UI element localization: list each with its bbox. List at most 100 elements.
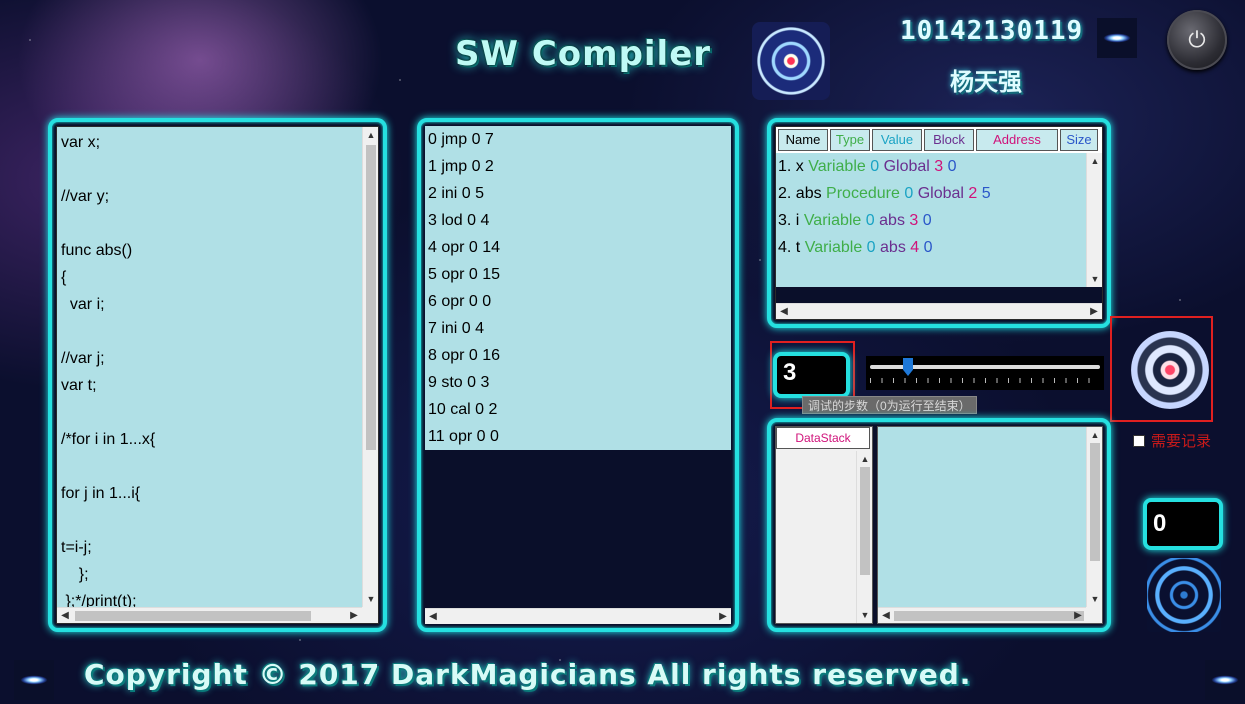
symbol-name: t bbox=[795, 239, 801, 256]
symbol-row[interactable]: 2. abs Procedure 0 Global 2 5 bbox=[776, 180, 1086, 207]
column-header-value[interactable]: Value bbox=[872, 129, 922, 151]
symbol-block: abs bbox=[880, 239, 906, 256]
scroll-right-icon[interactable]: ▶ bbox=[346, 608, 362, 623]
instruction-item[interactable]: 5 opr 0 15 bbox=[425, 261, 731, 288]
record-checkbox[interactable] bbox=[1133, 434, 1145, 447]
symbol-address: 3 bbox=[934, 158, 944, 175]
symbol-vertical-scrollbar[interactable]: ▲ ▼ bbox=[1086, 153, 1102, 287]
source-line: var x; bbox=[61, 134, 101, 151]
data-stack-output-hscroll[interactable]: ◀ ▶ bbox=[878, 607, 1086, 623]
instruction-item[interactable]: 3 lod 0 4 bbox=[425, 207, 731, 234]
symbol-index: 3. bbox=[778, 212, 796, 229]
column-header-size[interactable]: Size bbox=[1060, 129, 1098, 151]
source-horizontal-scrollbar[interactable]: ◀ ▶ bbox=[57, 607, 362, 623]
symbol-name: abs bbox=[795, 185, 822, 202]
symbol-block: Global bbox=[883, 158, 930, 175]
symbol-row[interactable]: 4. t Variable 0 abs 4 0 bbox=[776, 234, 1086, 261]
power-button[interactable]: ⏻ bbox=[1167, 10, 1227, 70]
scroll-left-icon[interactable]: ◀ bbox=[776, 304, 792, 319]
instruction-item[interactable]: 10 cal 0 2 bbox=[425, 396, 731, 423]
slider-ticks bbox=[870, 378, 1100, 383]
symbol-size: 0 bbox=[947, 158, 957, 175]
instruction-item[interactable]: 7 ini 0 4 bbox=[425, 315, 731, 342]
scroll-thumb[interactable] bbox=[75, 611, 311, 621]
instruction-item[interactable]: 1 jmp 0 2 bbox=[425, 153, 731, 180]
column-header-name[interactable]: Name bbox=[778, 129, 828, 151]
scroll-right-icon[interactable]: ▶ bbox=[1070, 608, 1086, 624]
source-line: var t; bbox=[61, 377, 97, 394]
scroll-right-icon[interactable]: ▶ bbox=[715, 609, 731, 624]
slider-thumb[interactable] bbox=[903, 358, 913, 376]
scroll-down-icon[interactable]: ▼ bbox=[1087, 591, 1103, 607]
app-title: SW Compiler bbox=[455, 34, 712, 74]
source-code-editor[interactable]: var x; //var y; func abs() { var i; //var… bbox=[57, 127, 362, 607]
column-header-type[interactable]: Type bbox=[830, 129, 870, 151]
scroll-thumb[interactable] bbox=[1090, 443, 1100, 561]
data-stack-output-vscroll[interactable]: ▲ ▼ bbox=[1086, 427, 1102, 607]
column-header-block[interactable]: Block bbox=[924, 129, 974, 151]
source-line bbox=[61, 399, 358, 426]
power-icon: ⏻ bbox=[1188, 27, 1206, 52]
scroll-right-icon[interactable]: ▶ bbox=[1086, 304, 1102, 319]
instruction-item[interactable]: 4 opr 0 14 bbox=[425, 234, 731, 261]
scroll-left-icon[interactable]: ◀ bbox=[57, 608, 73, 623]
scroll-thumb[interactable] bbox=[894, 611, 1084, 621]
scroll-left-icon[interactable]: ◀ bbox=[425, 609, 441, 624]
scroll-down-icon[interactable]: ▼ bbox=[1087, 271, 1102, 287]
symbol-index: 1. bbox=[778, 158, 796, 175]
symbol-table-header: Name Type Value Block Address Size bbox=[776, 127, 1102, 151]
symbol-type: Variable bbox=[808, 158, 866, 175]
symbol-horizontal-scrollbar[interactable]: ◀ ▶ bbox=[776, 303, 1102, 319]
scroll-thumb[interactable] bbox=[860, 467, 870, 575]
symbol-row[interactable]: 1. x Variable 0 Global 3 0 bbox=[776, 153, 1086, 180]
instruction-item[interactable]: 11 opr 0 0 bbox=[425, 423, 731, 450]
source-vertical-scrollbar[interactable]: ▲ ▼ bbox=[362, 127, 378, 607]
source-line: };*/print(t); bbox=[61, 593, 137, 607]
source-line: /*for i in 1...x{ bbox=[61, 431, 156, 448]
scroll-down-icon[interactable]: ▼ bbox=[857, 607, 873, 623]
debug-step-slider[interactable] bbox=[866, 356, 1104, 390]
source-line: for j in 1...i{ bbox=[61, 485, 141, 502]
data-stack-output[interactable] bbox=[878, 427, 1086, 607]
source-line bbox=[61, 210, 358, 237]
source-line bbox=[61, 318, 358, 345]
symbol-name: i bbox=[795, 212, 800, 229]
instructions-horizontal-scrollbar[interactable]: ◀ ▶ bbox=[425, 608, 731, 624]
instruction-item[interactable]: 2 ini 0 5 bbox=[425, 180, 731, 207]
scroll-up-icon[interactable]: ▲ bbox=[857, 451, 873, 467]
source-line bbox=[61, 156, 358, 183]
symbol-index: 4. bbox=[778, 239, 796, 256]
symbol-index: 2. bbox=[778, 185, 796, 202]
symbol-value: 0 bbox=[870, 158, 880, 175]
column-header-address[interactable]: Address bbox=[976, 129, 1058, 151]
debug-step-input[interactable]: 3 bbox=[773, 352, 850, 398]
instruction-item[interactable]: 0 jmp 0 7 bbox=[425, 126, 731, 153]
scroll-down-icon[interactable]: ▼ bbox=[363, 591, 378, 607]
data-stack-vertical-scrollbar[interactable]: ▲ ▼ bbox=[856, 451, 872, 623]
scroll-left-icon[interactable]: ◀ bbox=[878, 608, 894, 624]
source-line: func abs() bbox=[61, 242, 133, 259]
instruction-item[interactable]: 8 opr 0 16 bbox=[425, 342, 731, 369]
scroll-up-icon[interactable]: ▲ bbox=[363, 127, 378, 143]
scroll-up-icon[interactable]: ▲ bbox=[1087, 153, 1102, 169]
instruction-item[interactable]: 6 opr 0 0 bbox=[425, 288, 731, 315]
instruction-item[interactable]: 9 sto 0 3 bbox=[425, 369, 731, 396]
source-line: }; bbox=[61, 566, 89, 583]
symbol-row[interactable]: 3. i Variable 0 abs 3 0 bbox=[776, 207, 1086, 234]
data-stack-tab[interactable]: DataStack bbox=[776, 427, 870, 449]
star-icon bbox=[1097, 18, 1137, 58]
instructions-list[interactable]: 0 jmp 0 71 jmp 0 22 ini 0 53 lod 0 44 op… bbox=[425, 126, 731, 608]
record-label: 需要记录 bbox=[1151, 433, 1212, 450]
scroll-corner bbox=[1086, 607, 1102, 623]
symbol-table-rows[interactable]: 1. x Variable 0 Global 3 0 2. abs Proced… bbox=[776, 153, 1086, 287]
instructions-panel: 0 jmp 0 71 jmp 0 22 ini 0 53 lod 0 44 op… bbox=[417, 118, 739, 632]
data-stack-list[interactable] bbox=[776, 451, 856, 623]
source-line: { bbox=[61, 269, 67, 286]
run-reactor-button[interactable] bbox=[1131, 331, 1209, 409]
target-icon[interactable] bbox=[1147, 558, 1221, 632]
result-counter: 0 bbox=[1143, 498, 1223, 550]
record-toggle[interactable]: 需要记录 bbox=[1133, 430, 1211, 451]
scroll-up-icon[interactable]: ▲ bbox=[1087, 427, 1103, 443]
scroll-thumb[interactable] bbox=[366, 145, 376, 450]
source-line bbox=[61, 453, 358, 480]
